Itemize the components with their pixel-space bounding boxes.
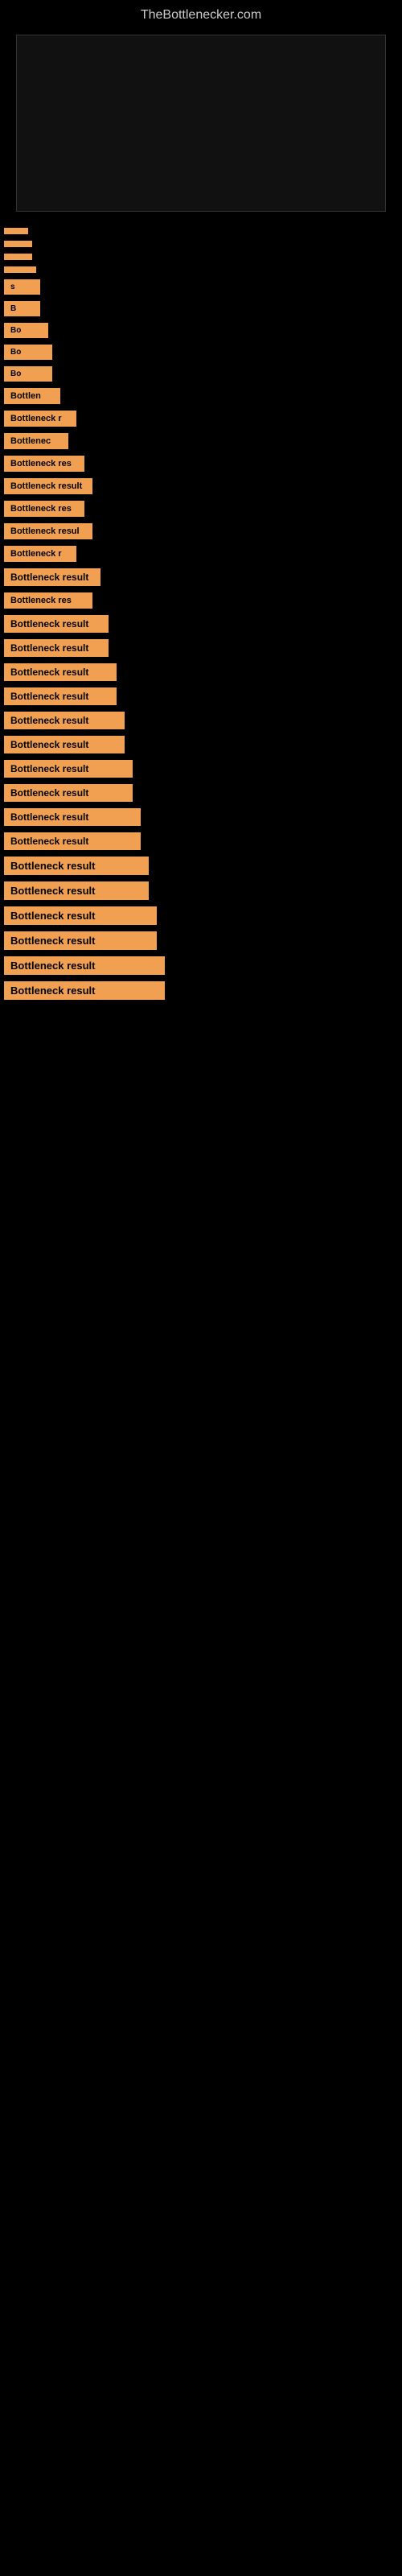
bottleneck-result-bar[interactable]: Bottleneck result [4, 981, 165, 1000]
result-item: Bottleneck result [4, 784, 398, 802]
result-item: Bottleneck resul [4, 523, 398, 539]
result-item: Bo [4, 366, 398, 382]
result-item: Bottleneck result [4, 881, 398, 900]
chart-area [16, 35, 386, 212]
bottleneck-result-bar[interactable]: Bottleneck result [4, 832, 141, 850]
result-item [4, 241, 398, 247]
result-item: Bottleneck result [4, 808, 398, 826]
bottleneck-result-bar[interactable]: Bottleneck result [4, 931, 157, 950]
bottleneck-result-bar[interactable]: Bottleneck result [4, 568, 100, 586]
result-item: Bo [4, 345, 398, 360]
result-item: Bottleneck r [4, 411, 398, 427]
bottleneck-result-bar[interactable]: Bottleneck result [4, 615, 109, 633]
result-item: Bottleneck result [4, 712, 398, 729]
results-container: sB Bo Bo Bo Bottlen Bottleneck r Bottlenec Bott… [0, 220, 402, 1014]
result-item: Bottlenec [4, 433, 398, 449]
bottleneck-result-bar[interactable]: Bottleneck result [4, 478, 92, 494]
result-item: Bottleneck res [4, 592, 398, 609]
result-item: Bottleneck r [4, 546, 398, 562]
bottleneck-result-bar[interactable]: Bottleneck result [4, 857, 149, 875]
bottleneck-result-bar[interactable]: Bottleneck res [4, 501, 84, 517]
bottleneck-result-bar[interactable]: Bottleneck res [4, 592, 92, 609]
result-item: Bottleneck res [4, 456, 398, 472]
bottleneck-result-bar[interactable]: Bo [4, 366, 52, 382]
result-item: Bottleneck result [4, 981, 398, 1000]
bottleneck-result-bar[interactable] [4, 241, 32, 247]
result-item: Bottlen [4, 388, 398, 404]
bottleneck-result-bar[interactable]: Bottlenec [4, 433, 68, 449]
result-item: s [4, 279, 398, 295]
result-item [4, 254, 398, 260]
result-item: Bottleneck result [4, 857, 398, 875]
bottleneck-result-bar[interactable]: Bottlen [4, 388, 60, 404]
bottleneck-result-bar[interactable] [4, 254, 32, 260]
result-item: Bottleneck result [4, 931, 398, 950]
result-item: Bottleneck result [4, 832, 398, 850]
bottleneck-result-bar[interactable]: Bottleneck res [4, 456, 84, 472]
bottleneck-result-bar[interactable]: Bottleneck r [4, 411, 76, 427]
result-item [4, 266, 398, 273]
bottleneck-result-bar[interactable]: Bottleneck result [4, 663, 117, 681]
result-item: Bottleneck result [4, 639, 398, 657]
bottleneck-result-bar[interactable]: Bottleneck result [4, 687, 117, 705]
bottleneck-result-bar[interactable]: Bottleneck result [4, 639, 109, 657]
result-item: Bottleneck result [4, 687, 398, 705]
bottleneck-result-bar[interactable]: Bottleneck result [4, 881, 149, 900]
result-item: Bottleneck result [4, 568, 398, 586]
bottleneck-result-bar[interactable]: B [4, 301, 40, 316]
result-item: Bottleneck result [4, 478, 398, 494]
bottleneck-result-bar[interactable] [4, 228, 28, 234]
result-item: Bottleneck result [4, 736, 398, 753]
result-item: Bottleneck result [4, 663, 398, 681]
result-item: B [4, 301, 398, 316]
result-item: Bottleneck result [4, 956, 398, 975]
bottleneck-result-bar[interactable] [4, 266, 36, 273]
bottleneck-result-bar[interactable]: Bottleneck result [4, 956, 165, 975]
result-item: Bottleneck res [4, 501, 398, 517]
result-item: Bottleneck result [4, 615, 398, 633]
site-title: TheBottlenecker.com [0, 0, 402, 27]
bottleneck-result-bar[interactable]: Bottleneck result [4, 760, 133, 778]
bottleneck-result-bar[interactable]: Bottleneck r [4, 546, 76, 562]
bottleneck-result-bar[interactable]: Bottleneck result [4, 808, 141, 826]
bottleneck-result-bar[interactable]: s [4, 279, 40, 295]
result-item [4, 228, 398, 234]
result-item: Bottleneck result [4, 760, 398, 778]
bottleneck-result-bar[interactable]: Bottleneck result [4, 906, 157, 925]
bottleneck-result-bar[interactable]: Bottleneck result [4, 736, 125, 753]
bottleneck-result-bar[interactable]: Bottleneck result [4, 784, 133, 802]
result-item: Bo [4, 323, 398, 338]
page-wrapper: TheBottlenecker.com sB Bo Bo Bo Bottlen Bottl… [0, 0, 402, 1014]
bottleneck-result-bar[interactable]: Bo [4, 345, 52, 360]
bottleneck-result-bar[interactable]: Bo [4, 323, 48, 338]
bottleneck-result-bar[interactable]: Bottleneck resul [4, 523, 92, 539]
bottleneck-result-bar[interactable]: Bottleneck result [4, 712, 125, 729]
result-item: Bottleneck result [4, 906, 398, 925]
